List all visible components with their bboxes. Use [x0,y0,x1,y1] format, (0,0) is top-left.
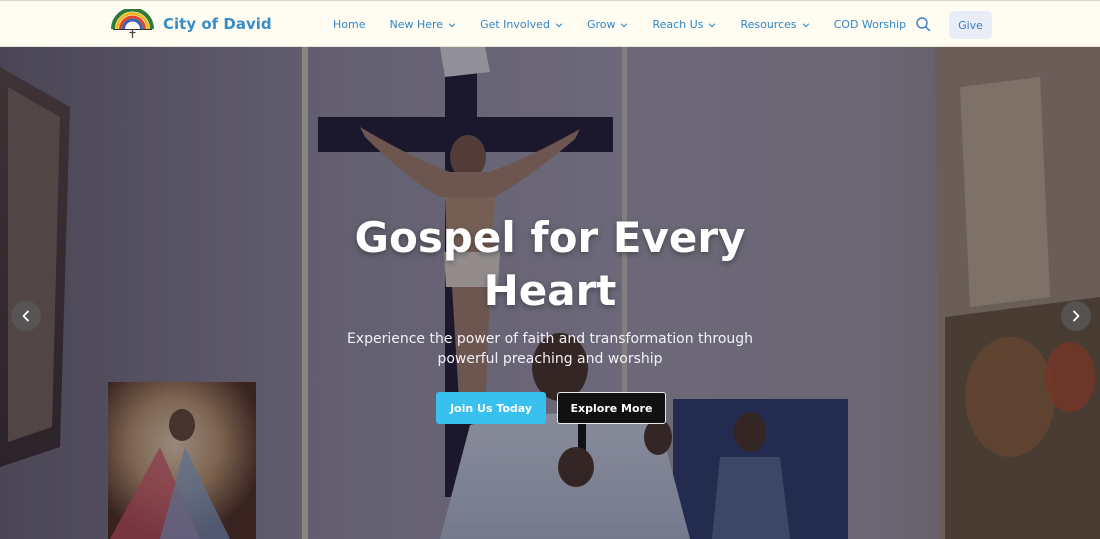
chevron-right-icon [1073,310,1080,322]
nav-new-here-label: New Here [389,18,444,31]
hero-subtitle: Experience the power of faith and transf… [346,331,754,367]
brand[interactable]: City of David [110,9,272,39]
hero-title: Gospel for Every Heart [354,213,746,315]
brand-name: City of David [163,15,272,33]
nav-home[interactable]: Home [333,18,365,31]
city-of-david-logo [111,9,154,38]
nav-get-involved-label: Get Involved [480,18,550,31]
chevron-down-icon [802,22,809,27]
nav-home-label: Home [333,18,366,31]
nav-resources-label: Resources [740,18,797,31]
nav-reach-us[interactable]: Reach Us [652,18,716,31]
nav-cod-worship-label: COD Worship [833,18,907,31]
nav-get-involved[interactable]: Get Involved [480,18,563,31]
nav-new-here[interactable]: New Here [389,18,456,31]
chevron-down-icon [555,22,563,27]
nav-reach-us-label: Reach Us [652,18,704,31]
chevron-left-icon [22,310,29,322]
nav-cod-worship[interactable]: COD Worship [834,18,907,31]
main-nav: Home New Here Get Involved Grow Reach Us… [333,1,906,48]
explore-more-button[interactable]: Explore More [557,392,666,424]
chevron-down-icon [621,22,628,27]
nav-grow-label: Grow [586,18,616,31]
hero-carousel: Gospel for Every Heart Experience the po… [0,47,1100,539]
give-button[interactable]: Give [949,11,992,39]
join-us-today-button[interactable]: Join Us Today [436,392,546,424]
carousel-next-button[interactable] [1061,301,1091,331]
chevron-down-icon [448,22,456,27]
hero-content: Gospel for Every Heart Experience the po… [0,47,1100,539]
chevron-down-icon [709,22,716,27]
site-header: City of David Home New Here Get Involved… [0,0,1100,47]
nav-resources[interactable]: Resources [740,18,809,31]
search-icon[interactable] [915,16,931,32]
nav-grow[interactable]: Grow [587,18,629,31]
carousel-prev-button[interactable] [11,301,41,331]
